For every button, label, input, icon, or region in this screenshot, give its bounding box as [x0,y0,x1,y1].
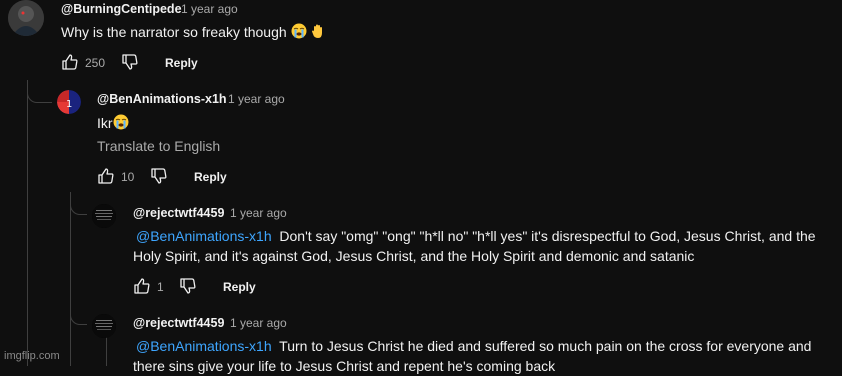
comment-time[interactable]: 1 year ago [230,316,287,330]
comment-text: @BenAnimations-x1h Don't say "omg" "ong"… [133,226,842,266]
comment-time[interactable]: 1 year ago [181,2,238,16]
avatar[interactable] [92,204,116,228]
reply-button[interactable]: Reply [223,280,256,294]
avatar[interactable]: 1 [57,90,81,114]
raised-hand-emoji-icon [310,23,326,44]
thread-line-nested [70,192,71,366]
like-count: 250 [85,56,106,70]
comment-text: Ikr [97,113,129,135]
comment-time[interactable]: 1 year ago [228,92,285,106]
comment-time[interactable]: 1 year ago [230,206,287,220]
svg-text:1: 1 [66,99,72,110]
comment-text: Why is the narrator so freaky though [61,22,326,44]
like-count: 10 [121,170,135,184]
thumbs-down-icon[interactable] [179,277,197,295]
avatar[interactable] [92,314,116,338]
comment-author[interactable]: @BurningCentipede [61,2,182,16]
mention-link[interactable]: @BenAnimations-x1h [136,228,272,244]
like-count: 1 [157,280,164,294]
loudly-crying-face-emoji-icon [291,23,307,44]
thumbs-down-icon[interactable] [121,53,139,71]
reply-button[interactable]: Reply [194,170,227,184]
thread-line-main [27,80,28,366]
loudly-crying-face-emoji-icon [113,114,129,135]
thumbs-down-icon[interactable] [150,167,168,185]
thumbs-up-icon[interactable] [61,53,79,71]
thread-connector-3 [70,308,87,325]
comment-text: @BenAnimations-x1h Turn to Jesus Christ … [133,336,842,376]
watermark: imgflip.com [4,350,60,362]
thumbs-up-icon[interactable] [133,277,151,295]
translate-link[interactable]: Translate to English [97,138,220,154]
avatar[interactable] [8,0,44,36]
comment-author[interactable]: @rejectwtf4459 [133,316,224,330]
thread-connector-1 [27,80,52,103]
comment-body: Why is the narrator so freaky though [61,24,287,40]
comment-author[interactable]: @rejectwtf4459 [133,206,224,220]
thread-connector-2 [70,198,87,215]
thumbs-up-icon[interactable] [97,167,115,185]
reply-button[interactable]: Reply [165,56,198,70]
comment-body: Ikr [97,115,113,131]
thread-line-deep [106,336,107,366]
comment-author[interactable]: @BenAnimations-x1h [97,92,227,106]
mention-link[interactable]: @BenAnimations-x1h [136,338,272,354]
